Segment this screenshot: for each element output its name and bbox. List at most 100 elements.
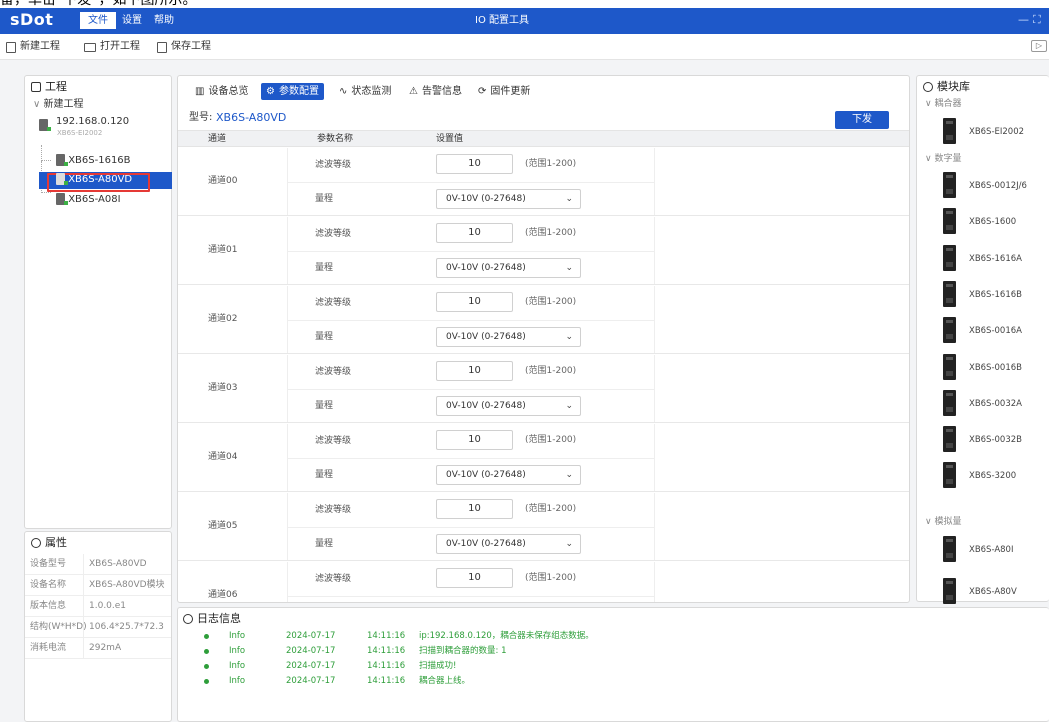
library-module[interactable]: XB6S-A80V [917,574,1048,610]
new-project-button[interactable]: 新建工程 [6,39,60,55]
range-select[interactable]: 0V-10V (0-27648) ⌄ [436,396,581,416]
library-category[interactable]: ∨ 数字量 [925,153,961,165]
module-name: XB6S-A80I [969,545,1014,555]
tab-device-overview[interactable]: ▥ 设备总览 [190,83,253,100]
menu-help[interactable]: 帮助 [146,12,182,29]
filter-level-input[interactable]: 10 [436,361,513,381]
filter-level-input[interactable]: 10 [436,568,513,588]
param-filter-label: 滤波等级 [315,367,352,377]
collapse-panel-icon[interactable]: ▷ [1031,40,1047,52]
library-module[interactable]: XB6S-0032A [917,386,1048,422]
tab-parameter-config[interactable]: ⚙ 参数配置 [261,83,324,100]
tree-coupler[interactable] [39,119,51,133]
module-icon [56,193,68,205]
module-image-icon [943,280,956,307]
module-image-icon [943,426,956,453]
tree-module-a08i[interactable]: XB6S-A08I [56,193,121,207]
module-icon [56,154,68,166]
module-image-icon [943,317,956,344]
tree-root[interactable]: ∨ 新建工程 [33,98,84,112]
tab-alarm-info[interactable]: ⚠ 告警信息 [404,83,467,100]
property-value: XB6S-A80VD模块 [89,580,165,590]
send-button[interactable]: 下发 [835,111,889,129]
range-select-value: 0V-10V (0-27648) [446,332,526,342]
library-module[interactable]: XB6S-1616A [917,241,1048,277]
channel-name: 通道05 [208,521,238,531]
category-label: 耦合器 [934,99,962,109]
property-value: 292mA [89,643,122,653]
library-module[interactable]: XB6S-0012J/6 [917,168,1048,204]
library-module[interactable]: XB6S-A80I [917,532,1048,568]
row-divider [288,527,654,528]
range-select[interactable]: 0V-10V (0-27648) ⌄ [436,258,581,278]
log-panel: 日志信息 Info 2024-07-17 14:11:16 ip:192.168.0.… [177,607,1049,722]
log-header: 日志信息 [183,612,241,626]
grid-header: 通道 参数名称 设置值 [178,130,909,147]
menu-settings[interactable]: 设置 [114,12,150,29]
minimize-button[interactable]: — [1018,13,1029,27]
project-panel-title: 工程 [45,80,67,93]
properties-title: 属性 [45,536,67,549]
library-module[interactable]: XB6S-EI2002 [917,114,1048,150]
library-module[interactable]: XB6S-1616B [917,277,1048,313]
range-select[interactable]: 0V-10V (0-27648) ⌄ [436,189,581,209]
library-module[interactable]: XB6S-0016A [917,313,1048,349]
tree-module-a80vd[interactable]: XB6S-A80VD [56,173,132,187]
tree-module-1616b[interactable]: XB6S-1616B [56,154,131,168]
range-select-value: 0V-10V (0-27648) [446,470,526,480]
channel-name: 通道04 [208,452,238,462]
log-date: 2024-07-17 [286,646,336,656]
filter-level-input[interactable]: 10 [436,292,513,312]
cell-divider [654,493,655,560]
library-module[interactable]: XB6S-0032B [917,422,1048,458]
row-divider [288,596,654,597]
filter-level-input[interactable]: 10 [436,430,513,450]
status-dot-icon [204,664,209,669]
open-project-button[interactable]: 打开工程 [84,39,140,55]
maximize-button[interactable]: ⛶ [1033,13,1041,27]
log-row: Info 2024-07-17 14:11:16 扫描到耦合器的数量: 1 [178,644,1048,659]
channel-name: 通道01 [208,245,238,255]
library-category[interactable]: ∨ 模拟量 [925,516,961,528]
library-module[interactable]: XB6S-0016B [917,350,1048,386]
row-divider [288,389,654,390]
tab-label: 设备总览 [208,86,249,97]
tree-root-label: 新建工程 [43,99,84,110]
tab-label: 状态监测 [351,86,392,97]
log-message: 耦合器上线。 [419,676,471,686]
log-date: 2024-07-17 [286,661,336,671]
param-filter-label: 滤波等级 [315,298,352,308]
module-image-icon [943,353,956,380]
tab-status-monitor[interactable]: ∿ 状态监测 [334,83,396,100]
library-module[interactable]: XB6S-3200 [917,458,1048,494]
chevron-down-icon: ⌄ [565,401,573,411]
config-panel: ▥ 设备总览 ⚙ 参数配置 ∿ 状态监测 ⚠ 告警信息 ⟳ 固件更新 型号: XB6S-A… [177,75,910,603]
module-name: XB6S-1600 [969,217,1017,228]
filter-level-input[interactable]: 10 [436,223,513,243]
module-label: XB6S-A08I [68,194,121,205]
menu-file[interactable]: 文件 [80,12,116,29]
module-image-icon [943,536,956,562]
log-level: Info [229,661,246,671]
library-title: 模块库 [937,80,970,93]
save-icon [157,41,167,53]
param-range-label: 量程 [315,194,334,204]
range-select[interactable]: 0V-10V (0-27648) ⌄ [436,534,581,554]
property-key: 结构(W*H*D) [30,622,87,632]
save-project-button[interactable]: 保存工程 [157,39,211,55]
cell-divider [654,286,655,353]
range-select[interactable]: 0V-10V (0-27648) ⌄ [436,327,581,347]
channel-row: 通道00 滤波等级 10 (范围1-200) 量程 0V-10V (0-27648) ⌄ [178,148,909,216]
range-select[interactable]: 0V-10V (0-27648) ⌄ [436,465,581,485]
filter-level-input[interactable]: 10 [436,154,513,174]
library-category[interactable]: ∨ 耦合器 [925,98,961,110]
tab-firmware-update[interactable]: ⟳ 固件更新 [473,83,535,100]
library-module[interactable]: XB6S-1600 [917,204,1048,240]
filter-level-input[interactable]: 10 [436,499,513,519]
chevron-down-icon: ⌄ [565,539,573,549]
chevron-down-icon: ∨ [33,99,44,110]
param-range-label: 量程 [315,539,334,549]
param-filter-label: 滤波等级 [315,574,352,584]
param-range-label: 量程 [315,470,334,480]
property-key: 版本信息 [30,601,67,611]
